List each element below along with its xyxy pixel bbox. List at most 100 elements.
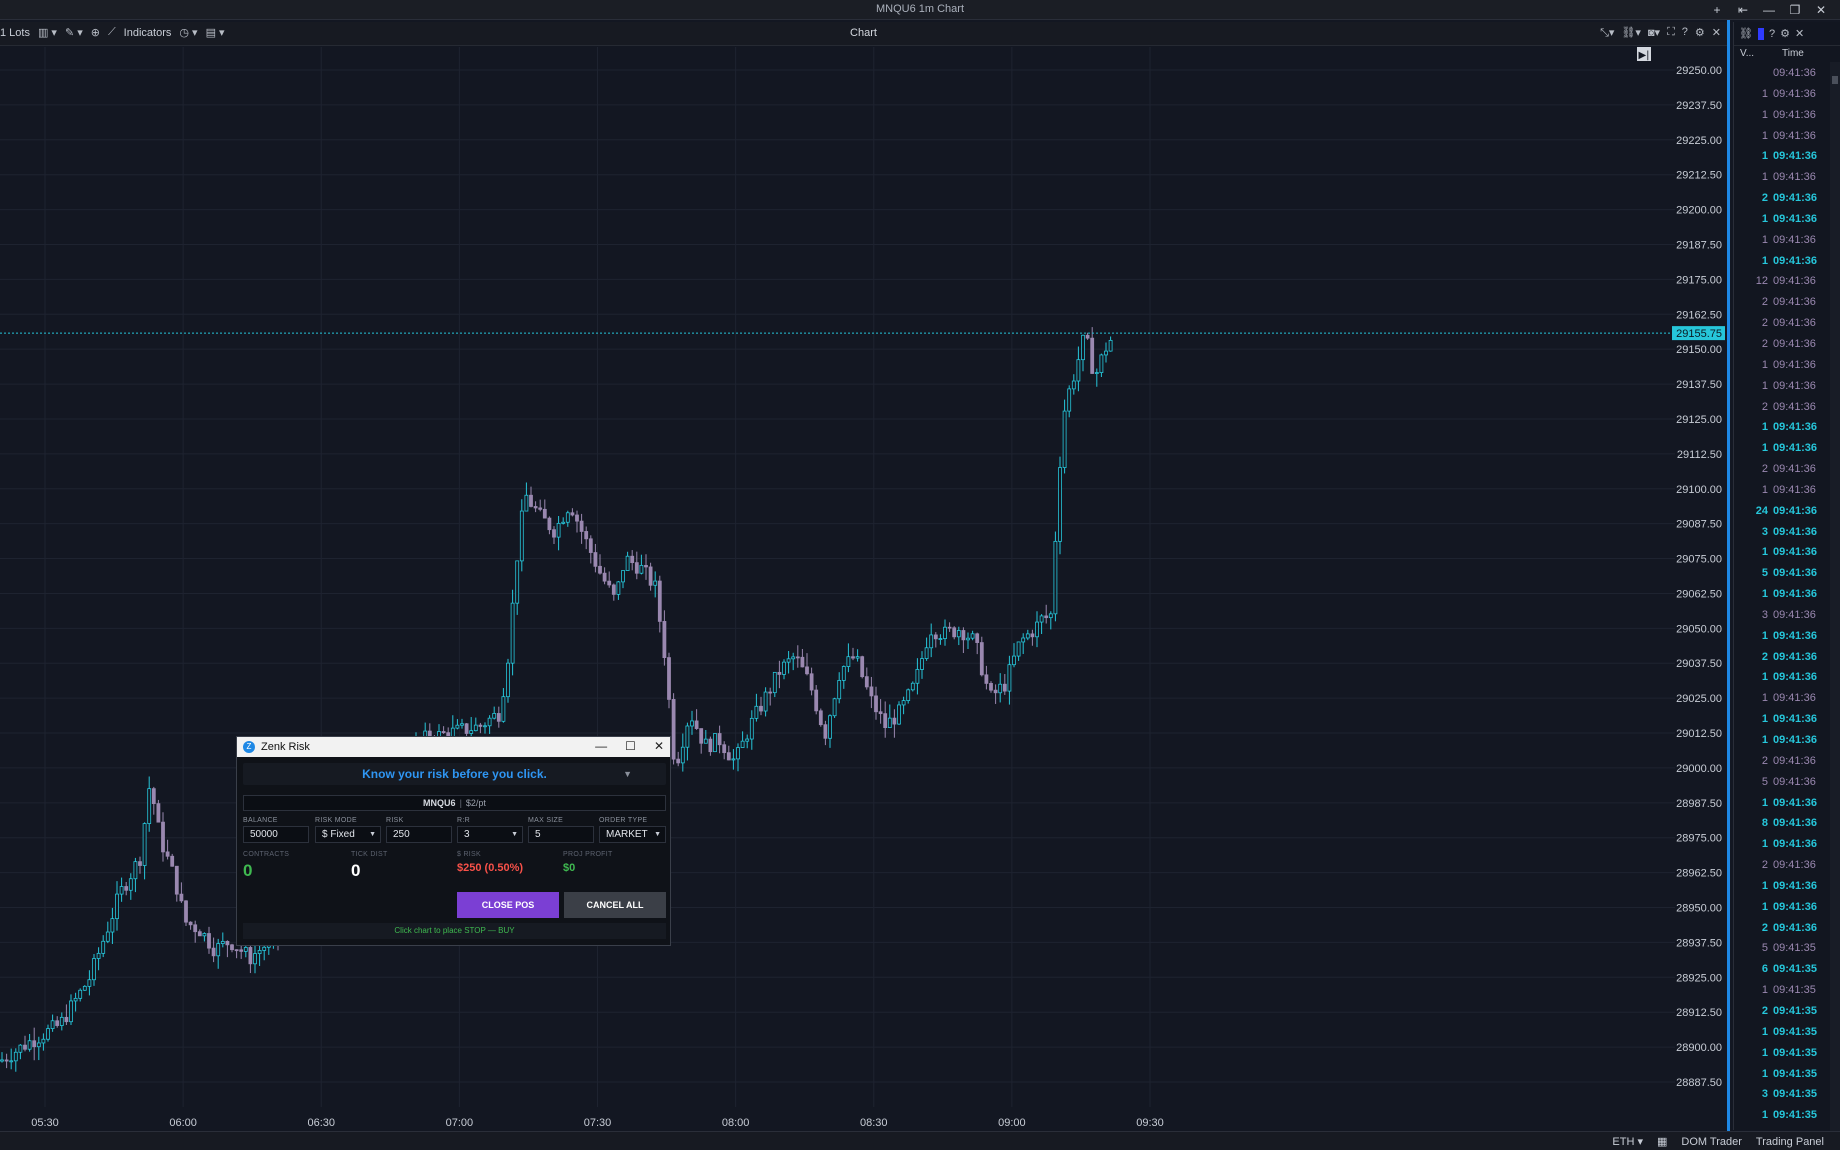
settings-icon[interactable]: ⚙ <box>1695 26 1705 40</box>
trade-row: 2 09:41:36 <box>1734 313 1830 334</box>
time-column-header[interactable]: Time <box>1782 48 1804 59</box>
candle-body <box>1062 410 1067 468</box>
candle <box>887 704 892 729</box>
candle-body <box>754 705 759 719</box>
candle-body <box>837 680 842 700</box>
trade-row: 2 09:41:36 <box>1734 292 1830 313</box>
order-type-select[interactable]: MARKET ▼ <box>599 826 666 843</box>
candle-body <box>1044 615 1049 619</box>
timer-icon[interactable]: ◷ ▾ <box>179 26 197 39</box>
candle-body <box>943 626 947 639</box>
candle-body <box>506 662 510 698</box>
link-icon[interactable]: ⛓▾ <box>1621 26 1641 40</box>
help-icon[interactable]: ? <box>1682 26 1688 40</box>
trade-row: 1 09:41:35 <box>1734 980 1830 1001</box>
price-tick-label: 29062.50 <box>1676 588 1722 600</box>
candle-body <box>147 788 152 824</box>
rr-select[interactable]: 3 ▼ <box>457 826 523 843</box>
collapse-arrow-icon[interactable]: ▼ <box>623 763 632 785</box>
dialog-title: Zenk Risk <box>261 741 310 753</box>
camera-icon[interactable]: ◙▾ <box>1648 26 1660 40</box>
close-pos-button[interactable]: CLOSE POS <box>457 892 559 918</box>
candle-body <box>133 861 138 880</box>
balance-input[interactable]: 50000 <box>243 826 309 843</box>
time-and-sales-scrollbar[interactable] <box>1830 62 1840 1132</box>
trade-time: 09:41:36 <box>1773 879 1818 892</box>
indicators-icon[interactable]: ⟋ <box>108 26 116 39</box>
candle <box>662 610 667 666</box>
template-icon[interactable]: ▤ ▾ <box>206 26 225 39</box>
chevron-down-icon: ▼ <box>369 831 376 838</box>
current-price-label: 29155.75 <box>1676 328 1722 340</box>
time-axis[interactable]: 05:30 06:00 06:30 07:00 07:30 08:00 08:30 09:00… <box>31 1117 1164 1129</box>
trade-volume: 2 <box>1761 317 1768 330</box>
trade-row: 1 09:41:36 <box>1734 417 1830 438</box>
bar-type-icon[interactable]: ▥ ▾ <box>38 26 57 39</box>
help-icon[interactable]: ? <box>1769 28 1775 40</box>
close-panel-icon[interactable]: ✕ <box>1795 27 1804 40</box>
draw-tool-icon[interactable]: ✎ ▾ <box>65 26 83 39</box>
chart-area[interactable]: 29155.75 29250.00 29237.50 29225.00 29212.5… <box>0 47 1727 1131</box>
candle-body <box>138 861 142 866</box>
trade-time: 09:41:35 <box>1773 1067 1818 1080</box>
color-swatch-icon[interactable] <box>1757 27 1764 40</box>
candle-body <box>1048 613 1053 619</box>
candle <box>115 881 119 931</box>
risk-input[interactable]: 250 <box>386 826 452 843</box>
trade-row: 1 09:41:36 <box>1734 376 1830 397</box>
restore-button[interactable]: ❐ <box>1782 1 1808 19</box>
minimize-button[interactable]: — <box>1756 1 1782 19</box>
dialog-close-button[interactable]: ✕ <box>654 739 664 753</box>
candle-body <box>1071 380 1076 390</box>
close-window-button[interactable]: ✕ <box>1808 1 1834 19</box>
trade-volume: 2 <box>1761 400 1768 413</box>
dialog-minimize-button[interactable]: — <box>595 739 607 753</box>
calendar-icon[interactable]: ▦ <box>1657 1135 1667 1148</box>
trade-volume: 2 <box>1761 463 1768 476</box>
candle <box>1012 643 1016 668</box>
trade-row: 2 09:41:36 <box>1734 751 1830 772</box>
volume-column-header[interactable]: V... <box>1740 48 1754 59</box>
candle-body <box>736 747 740 760</box>
session-selector[interactable]: ETH ▾ <box>1612 1135 1643 1148</box>
dialog-titlebar[interactable]: Z Zenk Risk — ☐ ✕ <box>237 737 670 757</box>
candle <box>846 643 851 673</box>
close-chart-icon[interactable]: ✕ <box>1712 26 1721 40</box>
candle-body <box>478 724 483 727</box>
risk-mode-select[interactable]: $ Fixed ▼ <box>315 826 381 843</box>
tick-dist-value: 0 <box>351 861 361 880</box>
trading-panel-button[interactable]: Trading Panel <box>1756 1136 1824 1148</box>
candle <box>36 1036 41 1061</box>
dollar-risk-stat: $ RISK $250 (0.50%) <box>457 851 523 874</box>
trade-volume: 2 <box>1761 337 1768 350</box>
scrollbar-thumb[interactable] <box>1832 76 1838 84</box>
new-window-button[interactable]: + <box>1704 1 1730 19</box>
candle <box>952 626 957 640</box>
fullscreen-icon[interactable]: ⛶ <box>1667 26 1675 40</box>
dialog-maximize-button[interactable]: ☐ <box>625 739 636 753</box>
price-chart[interactable]: 29155.75 29250.00 29237.50 29225.00 29212.5… <box>0 47 1727 1131</box>
max-size-input[interactable]: 5 <box>528 826 594 843</box>
lots-selector[interactable]: 1 Lots <box>0 27 30 39</box>
dock-button[interactable]: ⇤ <box>1730 1 1756 19</box>
candle-body <box>188 921 193 926</box>
trade-row: 1 09:41:36 <box>1734 167 1830 188</box>
candle-body <box>96 952 101 959</box>
crosshair-icon[interactable]: ⤡▾ <box>1600 26 1614 40</box>
settings-icon[interactable]: ⚙ <box>1780 27 1790 40</box>
candle-body <box>1021 637 1026 643</box>
cancel-all-button[interactable]: CANCEL ALL <box>564 892 666 918</box>
indicators-button[interactable]: Indicators <box>124 27 172 39</box>
candle-body <box>841 666 846 681</box>
trade-row: 1 09:41:36 <box>1734 897 1830 918</box>
candle-body <box>791 656 796 660</box>
trade-time: 09:41:36 <box>1773 129 1816 142</box>
price-axis[interactable]: 29250.00 29237.50 29225.00 29212.50 29200.00… <box>1676 65 1722 1089</box>
trade-row: 1 09:41:36 <box>1734 209 1830 230</box>
candle <box>1081 334 1085 372</box>
candle <box>128 873 133 900</box>
link-color-icon[interactable]: ⛓ <box>1739 27 1753 40</box>
trade-volume: 1 <box>1761 734 1768 746</box>
dom-trader-button[interactable]: DOM Trader <box>1681 1136 1742 1148</box>
zoom-icon[interactable]: ⊕ <box>91 26 100 39</box>
